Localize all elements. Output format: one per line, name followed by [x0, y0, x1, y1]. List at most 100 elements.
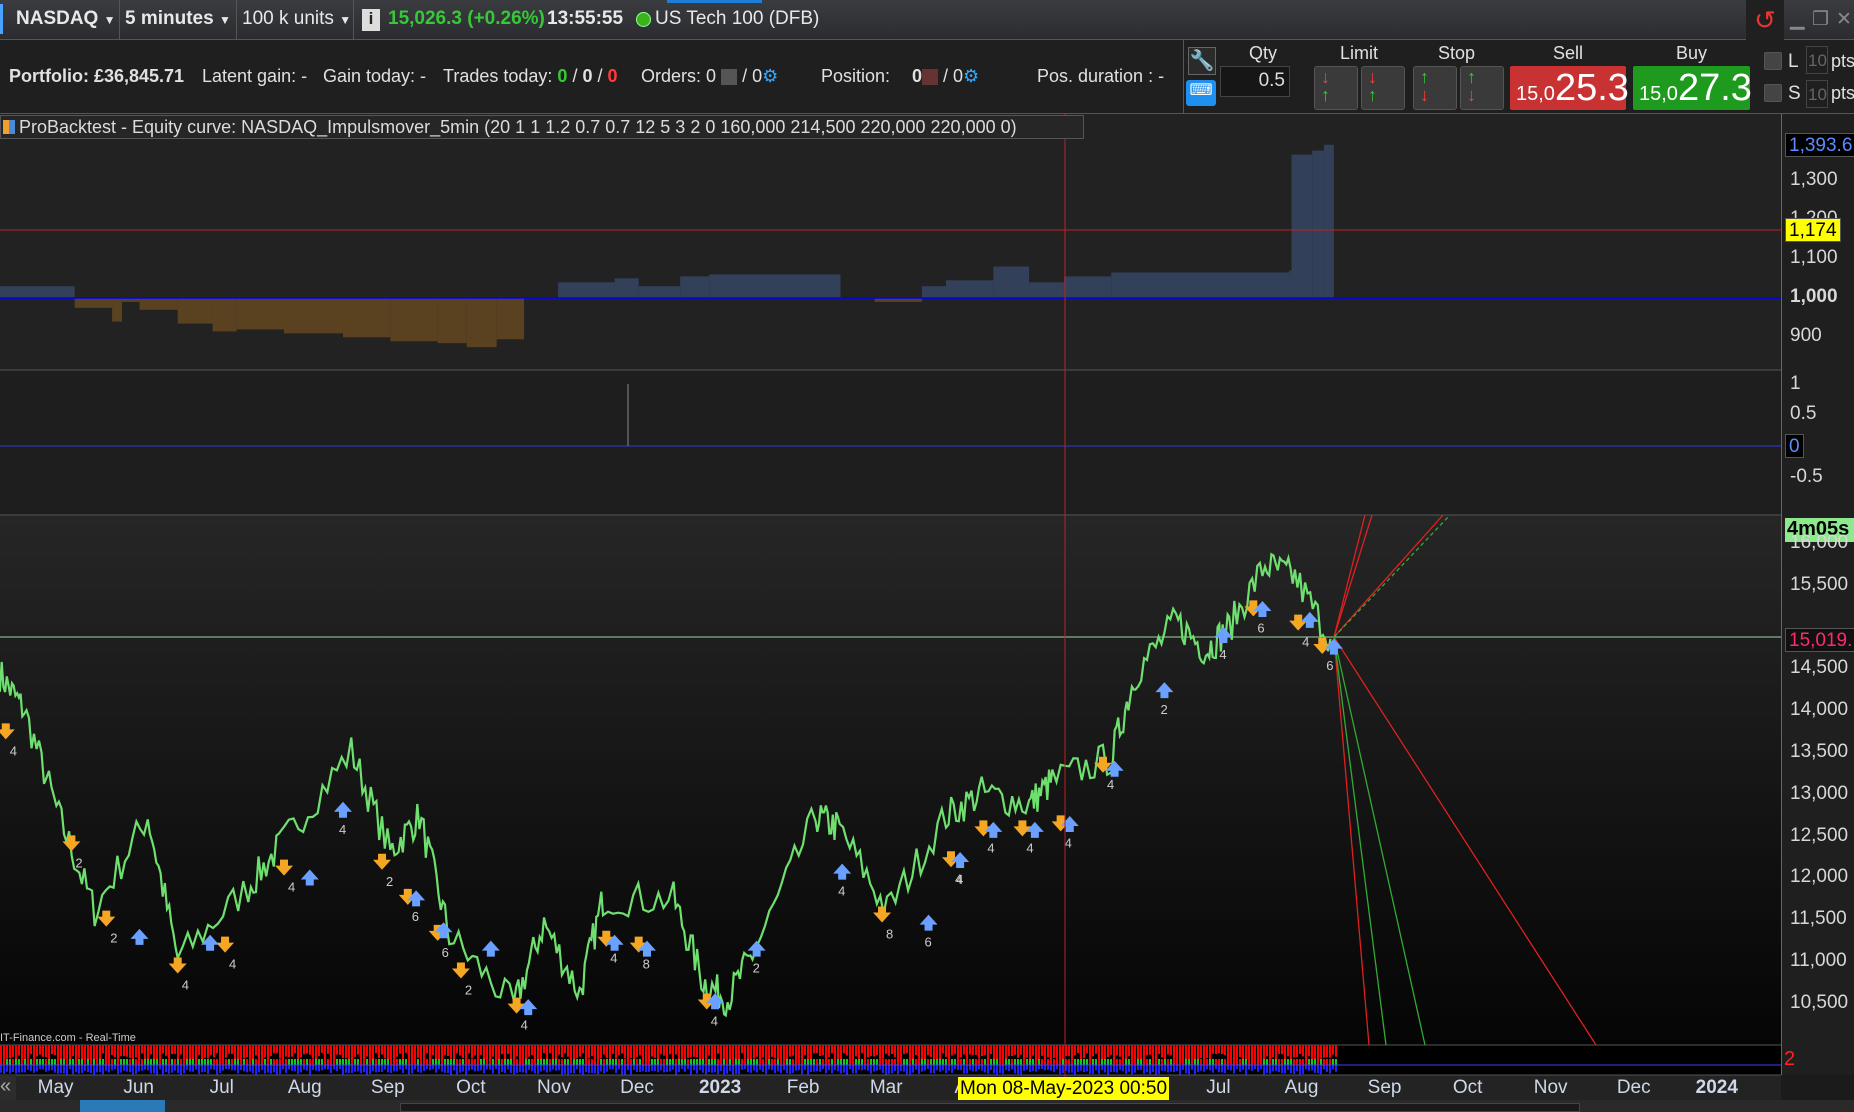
volume-bar — [912, 1045, 914, 1060]
gear-icon[interactable]: ⚙ — [762, 66, 778, 86]
volume-bar — [366, 1059, 368, 1065]
volume-bar — [261, 1065, 263, 1071]
volume-bar — [654, 1059, 656, 1065]
volume-bar — [81, 1045, 83, 1062]
market-open-icon — [636, 12, 651, 27]
size-selector[interactable]: 100 k units ▼ — [242, 8, 351, 30]
volume-bar — [273, 1065, 275, 1073]
limit-order-alt-button[interactable]: ↓ ↑ — [1361, 66, 1405, 110]
volume-bar — [33, 1059, 35, 1065]
volume-bar — [1287, 1059, 1289, 1065]
cancel-orders-icon[interactable] — [721, 69, 738, 86]
short-points-input[interactable]: 10 — [1806, 80, 1828, 108]
equity-area — [437, 298, 467, 344]
volume-bar — [924, 1045, 926, 1060]
volume-bar — [741, 1065, 743, 1070]
minimize-icon[interactable]: ▁ — [1790, 8, 1805, 31]
volume-bar — [72, 1065, 74, 1075]
volume-bar — [351, 1065, 353, 1074]
volume-bar — [405, 1045, 407, 1054]
volume-bar — [1005, 1059, 1007, 1065]
volume-bar — [408, 1059, 410, 1065]
volume-bar — [1068, 1065, 1070, 1073]
info-icon[interactable]: i — [362, 9, 380, 31]
volume-bar — [735, 1065, 737, 1074]
close-position-icon[interactable] — [922, 69, 939, 86]
volume-bar — [627, 1059, 629, 1065]
volume-bar — [954, 1065, 956, 1070]
volume-bar — [954, 1045, 956, 1055]
volume-bar — [1119, 1045, 1121, 1057]
wrench-icon[interactable]: 🔧 — [1188, 47, 1216, 75]
volume-bar — [1221, 1059, 1223, 1065]
volume-bar — [135, 1065, 137, 1074]
qty-input[interactable]: 0.5 — [1220, 66, 1290, 97]
volume-bar — [153, 1059, 155, 1065]
orders[interactable]: Orders: 0 / 0⚙ — [641, 66, 778, 87]
volume-bar — [933, 1065, 935, 1074]
equity-axis[interactable]: 1,393.6 1,300 1,200 1,100 1,000 900 1,17… — [1781, 114, 1854, 370]
volume-bar — [789, 1059, 791, 1065]
volume-bar — [786, 1065, 788, 1074]
volume-bar — [456, 1045, 458, 1054]
volume-bar — [87, 1059, 89, 1065]
volume-bar — [288, 1059, 290, 1065]
chart-area[interactable]: 422444 266244 84844 4 446464246424 — [0, 114, 1781, 1100]
volume-bar — [870, 1059, 872, 1065]
search-icon[interactable] — [0, 4, 12, 34]
equity-panel-title[interactable]: ProBacktest - Equity curve: NASDAQ_Impul… — [0, 115, 1084, 139]
volume-bar — [753, 1065, 755, 1071]
volume-bar — [339, 1059, 341, 1065]
instrument-selector[interactable]: NASDAQ ▼ — [16, 8, 116, 30]
volume-bar — [1314, 1065, 1316, 1073]
volume-bar — [1281, 1059, 1283, 1065]
volume-bar — [975, 1059, 977, 1065]
volume-bar — [501, 1045, 503, 1055]
close-icon[interactable]: ✕ — [1836, 8, 1852, 31]
price-tick: 12,000 — [1790, 866, 1849, 888]
price-tick: 13,000 — [1790, 782, 1849, 804]
restore-icon[interactable]: ❐ — [1812, 8, 1829, 31]
volume-bar — [462, 1059, 464, 1065]
month-label: Oct — [1452, 1077, 1483, 1098]
volume-bar — [1257, 1065, 1259, 1072]
volume-bar — [93, 1045, 95, 1061]
volume-bar — [567, 1059, 569, 1065]
indicator-axis[interactable]: 1 0.5 0 -0.5 — [1781, 370, 1854, 515]
volume-bar — [924, 1059, 926, 1065]
chevron-down-icon: ▼ — [218, 13, 231, 27]
volume-bar — [219, 1059, 221, 1065]
sync-icon[interactable]: ↺ — [1746, 0, 1784, 40]
volume-bar — [774, 1045, 776, 1059]
taskbar-active-item[interactable] — [80, 1100, 165, 1112]
volume-bar — [996, 1059, 998, 1065]
keyboard-icon[interactable]: ⌨ — [1186, 80, 1216, 106]
horizontal-scrollbar[interactable] — [400, 1103, 1580, 1112]
volume-bar — [774, 1065, 776, 1074]
buy-button[interactable]: 15,027.3 — [1633, 66, 1752, 110]
timeframe-selector[interactable]: 5 minutes ▼ — [125, 8, 231, 30]
gear-icon[interactable]: ⚙ — [963, 66, 979, 86]
volume-bar — [153, 1045, 155, 1060]
volume-bar — [1263, 1059, 1265, 1065]
volume-bar — [936, 1065, 938, 1071]
volume-bar — [75, 1045, 77, 1061]
sell-button[interactable]: 15,025.3 — [1510, 66, 1629, 110]
long-points-input[interactable]: 10 — [1806, 46, 1828, 74]
stop-order-alt-button[interactable]: ↑ ↓ — [1460, 66, 1504, 110]
scroll-left-button[interactable]: « — [0, 1075, 16, 1100]
volume-bar — [1200, 1065, 1202, 1071]
position-label: Position: — [821, 66, 891, 86]
short-checkbox[interactable] — [1764, 84, 1782, 102]
position[interactable]: 0 / 0⚙ — [912, 66, 979, 87]
volume-bar — [1194, 1065, 1196, 1075]
volume-bar — [147, 1059, 149, 1065]
long-checkbox[interactable] — [1764, 52, 1782, 70]
stop-order-button[interactable]: ↑ ↓ — [1413, 66, 1457, 110]
volume-bar — [819, 1045, 821, 1057]
volume-bar — [1107, 1065, 1109, 1075]
price-axis[interactable]: 4m05s 16,000 15,500 14,500 14,000 13,500 13,0… — [1781, 515, 1854, 1045]
volume-bar — [999, 1059, 1001, 1065]
limit-order-button[interactable]: ↓ ↑ — [1314, 66, 1358, 110]
volume-bar — [984, 1059, 986, 1065]
